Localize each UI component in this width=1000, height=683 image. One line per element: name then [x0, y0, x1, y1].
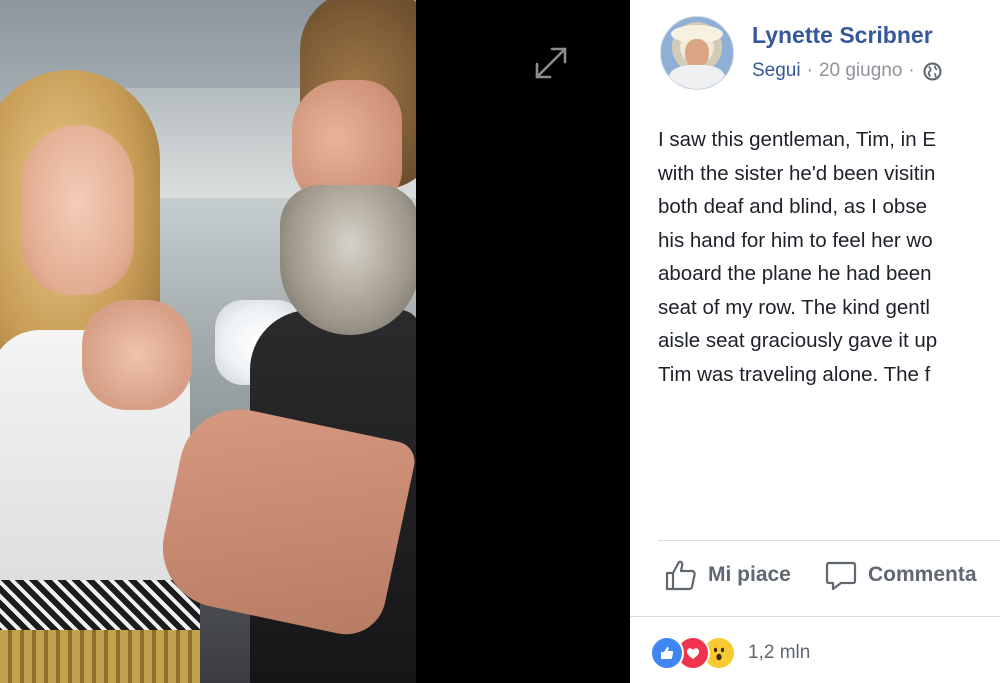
post-body-line: with the sister he'd been visitin	[658, 161, 936, 185]
post-photo[interactable]	[0, 0, 416, 683]
avatar-face	[685, 39, 709, 67]
reaction-count: 1,2 mln	[748, 642, 811, 663]
divider	[630, 616, 1000, 617]
post-body-line: Tim was traveling alone. The f	[658, 362, 931, 386]
reactions-summary[interactable]: 1,2 mln	[650, 636, 810, 670]
post-body-line: seat of my row. The kind gentl	[658, 295, 930, 319]
post-meta: Segui · 20 giugno ·	[752, 60, 942, 82]
tray-table	[0, 630, 200, 683]
comment-button[interactable]: Commenta	[824, 558, 977, 592]
post-body: I saw this gentleman, Tim, in E with the…	[658, 123, 1000, 391]
thumbs-up-icon	[665, 560, 696, 591]
girl-face	[22, 125, 134, 295]
follow-link[interactable]: Segui	[752, 60, 801, 82]
avatar-shirt	[669, 65, 725, 89]
post-panel: Lynette Scribner Segui · 20 giugno · I s…	[630, 0, 1000, 683]
separator: ·	[806, 60, 813, 81]
divider	[658, 540, 1000, 541]
post-body-line: both deaf and blind, as I obse	[658, 195, 927, 218]
expand-icon[interactable]	[533, 45, 569, 81]
man-beard	[280, 185, 416, 335]
holding-hands	[82, 300, 192, 410]
comment-icon	[825, 561, 857, 591]
comment-label: Commenta	[868, 563, 977, 586]
post-body-line: aisle seat graciously gave it up	[658, 329, 938, 352]
post-body-line: I saw this gentleman, Tim, in E	[658, 128, 937, 151]
post-body-line: aboard the plane he had been	[658, 262, 932, 285]
avatar[interactable]	[660, 16, 734, 90]
photo-viewer	[0, 0, 630, 683]
like-reaction-icon	[650, 636, 684, 670]
like-label: Mi piace	[708, 563, 791, 586]
like-button[interactable]: Mi piace	[664, 558, 791, 592]
author-name[interactable]: Lynette Scribner	[752, 22, 933, 49]
post-date[interactable]: 20 giugno	[819, 60, 902, 82]
globe-icon[interactable]	[923, 61, 942, 81]
post-body-line: his hand for him to feel her wo	[658, 228, 933, 252]
separator: ·	[908, 60, 915, 81]
